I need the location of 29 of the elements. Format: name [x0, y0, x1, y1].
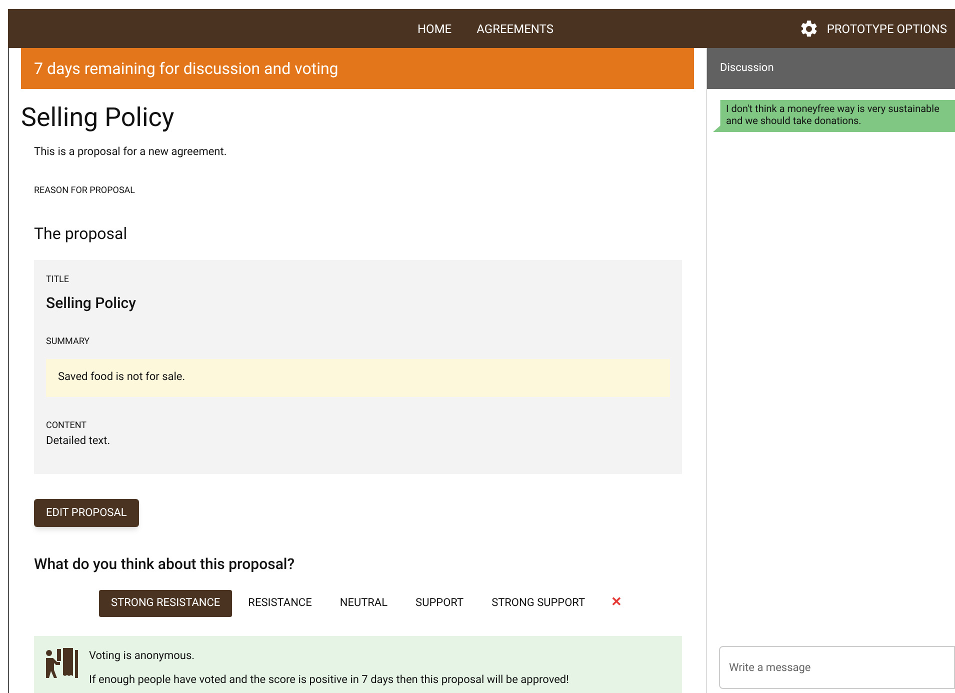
content-text: Detailed text.: [46, 433, 112, 449]
proposal-intro: This is a proposal for a new agreement.: [34, 144, 228, 160]
notice-text: If enough people have voted and the score is positive in 7 days then this proposal will be approved!: [89, 672, 569, 688]
chat-message: I don't think a moneyfree way is very sustainable and we should take donations.: [713, 100, 955, 132]
discussion-header: Discussion: [707, 48, 955, 89]
section-label: REASON FOR PROPOSAL: [34, 184, 136, 198]
field-label: TITLE: [46, 274, 70, 287]
vote-option[interactable]: SUPPORT: [404, 590, 476, 616]
vote-option[interactable]: STRONG SUPPORT: [480, 590, 598, 616]
deadline-banner: 7 days remaining for discussion and voting: [21, 48, 694, 89]
nav-link[interactable]: HOME: [418, 20, 452, 38]
edit-proposal-button[interactable]: EDIT PROPOSAL: [34, 499, 139, 527]
proposal-title: Selling Policy: [21, 102, 176, 134]
voting-booth-icon: [44, 648, 80, 680]
field-label: SUMMARY: [46, 336, 91, 349]
summary-box: Saved food is not for sale.: [46, 358, 670, 396]
section-heading: The proposal: [34, 223, 128, 245]
prototype-options-button[interactable]: PROTOTYPE OPTIONS: [798, 18, 947, 38]
vote-question: What do you think about this proposal?: [34, 554, 296, 575]
nav-link[interactable]: AGREEMENTS: [476, 20, 554, 38]
clear-vote-button[interactable]: ✕: [611, 593, 622, 613]
notice-text: Voting is anonymous.: [89, 648, 196, 664]
vote-option[interactable]: STRONG RESISTANCE: [99, 590, 232, 616]
message-input[interactable]: Write a message: [719, 646, 955, 689]
vote-option[interactable]: NEUTRAL: [328, 590, 400, 616]
settings-icon: [798, 18, 819, 38]
card-title: Selling Policy: [46, 292, 137, 314]
vote-option[interactable]: RESISTANCE: [236, 590, 324, 616]
field-label: CONTENT: [46, 420, 88, 432]
